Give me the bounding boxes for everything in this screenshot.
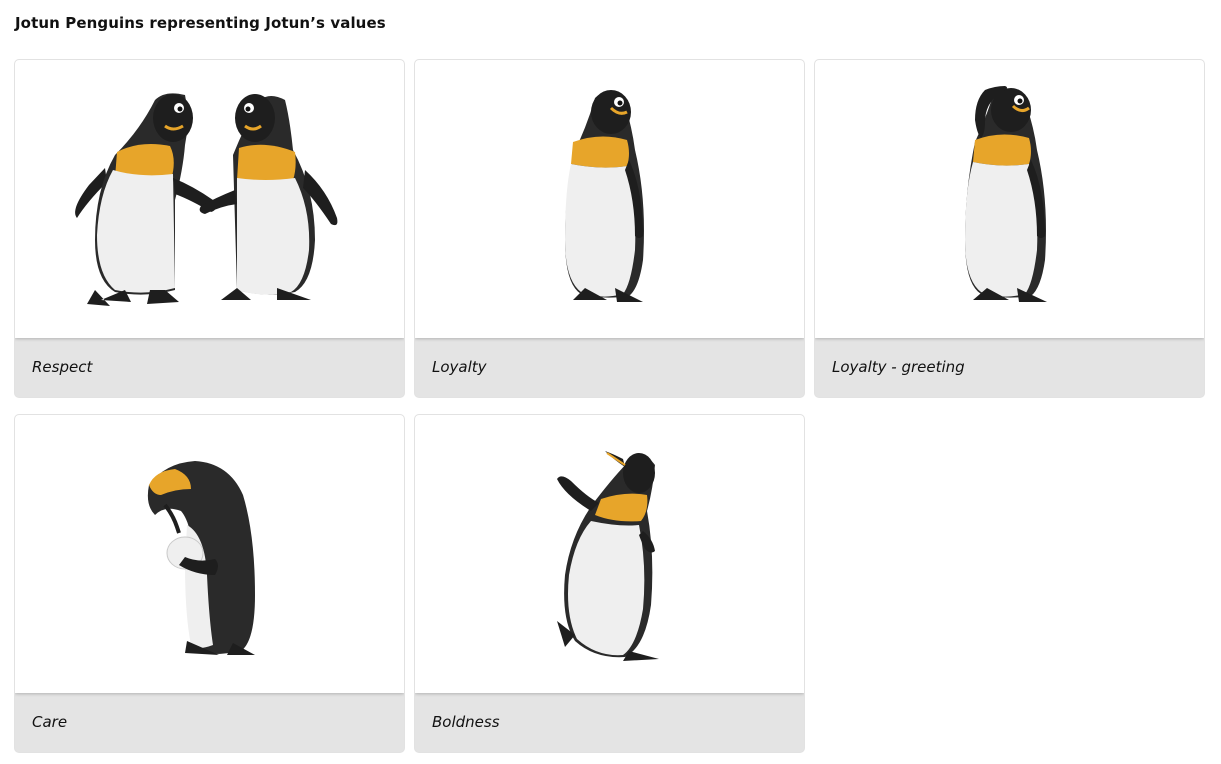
two-penguins-holding-hands-icon: [75, 93, 338, 306]
card-caption: Care: [32, 713, 68, 731]
penguin-saluting-icon: [965, 86, 1047, 302]
card-image[interactable]: [15, 415, 404, 693]
card-caption: Loyalty: [432, 358, 487, 376]
card-image[interactable]: [415, 415, 804, 693]
card-caption: Loyalty - greeting: [832, 358, 965, 376]
card-loyalty-greeting[interactable]: Loyalty - greeting: [815, 60, 1204, 397]
card-image[interactable]: [815, 60, 1204, 338]
penguin-standing-icon: [565, 90, 644, 302]
card-caption: Respect: [32, 358, 93, 376]
page-title: Jotun Penguins representing Jotun’s valu…: [15, 14, 386, 32]
card-caption: Boldness: [432, 713, 500, 731]
penguin-holding-egg-icon: [147, 461, 255, 655]
card-respect[interactable]: Respect: [15, 60, 404, 397]
card-image[interactable]: [415, 60, 804, 338]
card-image[interactable]: [15, 60, 404, 338]
card-loyalty[interactable]: Loyalty: [415, 60, 804, 397]
card-care[interactable]: Care: [15, 415, 404, 752]
card-boldness[interactable]: Boldness: [415, 415, 804, 752]
penguin-walking-icon: [557, 451, 659, 661]
